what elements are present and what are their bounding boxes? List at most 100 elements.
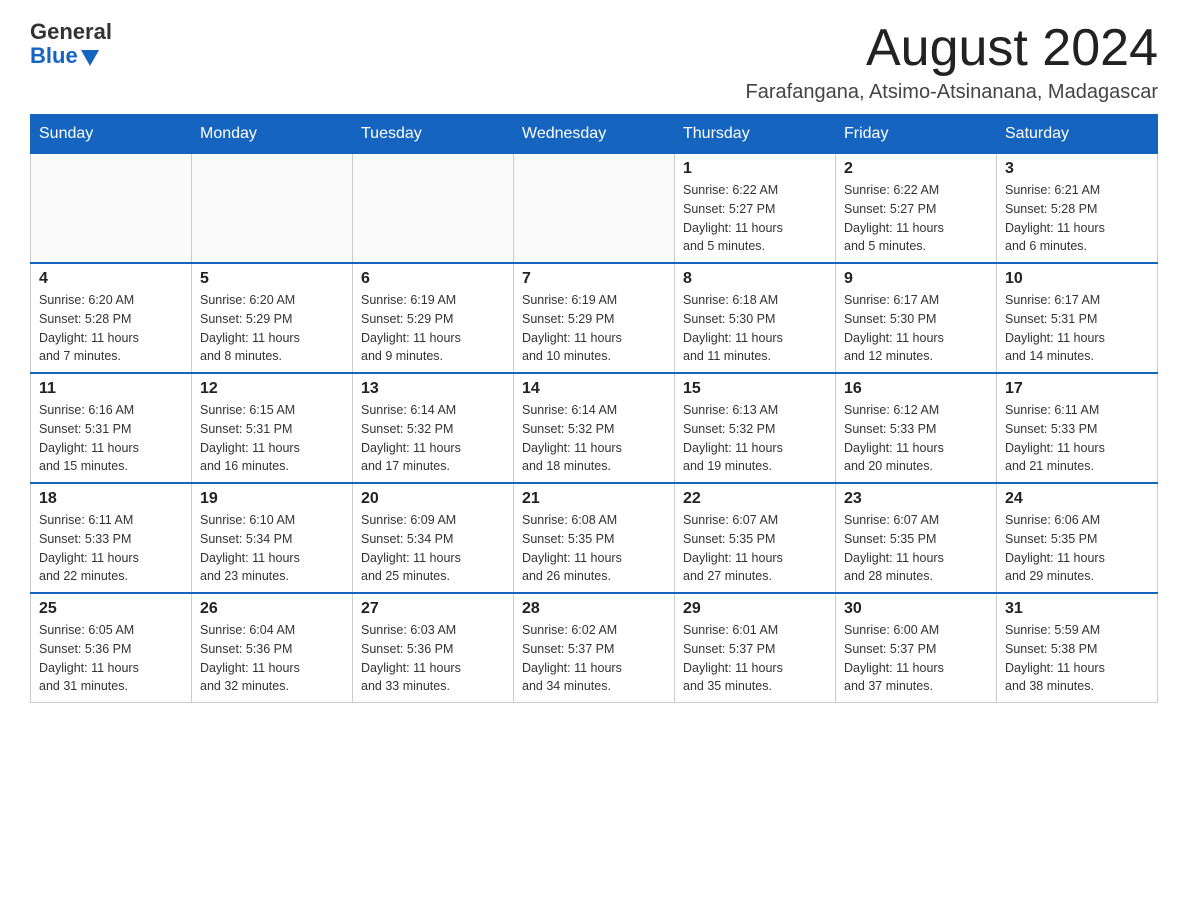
- calendar-day-cell: 26Sunrise: 6:04 AMSunset: 5:36 PMDayligh…: [192, 593, 353, 703]
- day-info: Sunrise: 6:16 AMSunset: 5:31 PMDaylight:…: [39, 401, 183, 476]
- day-info: Sunrise: 6:02 AMSunset: 5:37 PMDaylight:…: [522, 621, 666, 696]
- page-header: General Blue August 2024 Farafangana, At…: [30, 20, 1158, 104]
- calendar-day-cell: 8 Sunrise: 6:18 AMSunset: 5:30 PMDaylight…: [675, 263, 836, 373]
- calendar-day-cell: 13 Sunrise: 6:14 AMSunset: 5:32 PMDayligh…: [353, 373, 514, 483]
- calendar-day-cell: 1 Sunrise: 6:22 AMSunset: 5:27 PMDaylight…: [675, 154, 836, 264]
- day-number: 9: [844, 270, 988, 288]
- day-number: 31: [1005, 600, 1149, 618]
- day-info: Sunrise: 6:10 AMSunset: 5:34 PMDaylight:…: [200, 511, 344, 586]
- calendar-day-cell: 20Sunrise: 6:09 AMSunset: 5:34 PMDayligh…: [353, 483, 514, 593]
- calendar-day-cell: 19 Sunrise: 6:10 AMSunset: 5:34 PMDayligh…: [192, 483, 353, 593]
- day-info: Sunrise: 6:06 AMSunset: 5:35 PMDaylight:…: [1005, 511, 1149, 586]
- day-number: 28: [522, 600, 666, 618]
- day-info: Sunrise: 6:14 AMSunset: 5:32 PMDaylight:…: [361, 401, 505, 476]
- calendar-day-cell: 29 Sunrise: 6:01 AMSunset: 5:37 PMDayligh…: [675, 593, 836, 703]
- calendar-day-cell: 9 Sunrise: 6:17 AMSunset: 5:30 PMDaylight…: [836, 263, 997, 373]
- logo: General Blue: [30, 20, 112, 68]
- calendar-day-cell: 2 Sunrise: 6:22 AMSunset: 5:27 PMDaylight…: [836, 154, 997, 264]
- day-number: 18: [39, 490, 183, 508]
- day-info: Sunrise: 6:07 AMSunset: 5:35 PMDaylight:…: [844, 511, 988, 586]
- day-number: 11: [39, 380, 183, 398]
- calendar-day-cell: 11 Sunrise: 6:16 AMSunset: 5:31 PMDayligh…: [31, 373, 192, 483]
- day-info: Sunrise: 6:19 AMSunset: 5:29 PMDaylight:…: [522, 291, 666, 366]
- calendar-day-cell: [192, 154, 353, 264]
- day-info: Sunrise: 6:05 AMSunset: 5:36 PMDaylight:…: [39, 621, 183, 696]
- calendar-week-row: 25 Sunrise: 6:05 AMSunset: 5:36 PMDayligh…: [31, 593, 1158, 703]
- day-info: Sunrise: 6:22 AMSunset: 5:27 PMDaylight:…: [683, 181, 827, 256]
- day-info: Sunrise: 6:11 AMSunset: 5:33 PMDaylight:…: [1005, 401, 1149, 476]
- day-number: 4: [39, 270, 183, 288]
- day-number: 27: [361, 600, 505, 618]
- day-info: Sunrise: 6:07 AMSunset: 5:35 PMDaylight:…: [683, 511, 827, 586]
- day-number: 6: [361, 270, 505, 288]
- day-info: Sunrise: 6:08 AMSunset: 5:35 PMDaylight:…: [522, 511, 666, 586]
- calendar-day-cell: 28 Sunrise: 6:02 AMSunset: 5:37 PMDayligh…: [514, 593, 675, 703]
- day-number: 21: [522, 490, 666, 508]
- logo-general: General: [30, 20, 112, 44]
- day-info: Sunrise: 6:00 AMSunset: 5:37 PMDaylight:…: [844, 621, 988, 696]
- calendar-day-cell: 23 Sunrise: 6:07 AMSunset: 5:35 PMDayligh…: [836, 483, 997, 593]
- day-number: 17: [1005, 380, 1149, 398]
- day-number: 8: [683, 270, 827, 288]
- calendar-day-cell: 25 Sunrise: 6:05 AMSunset: 5:36 PMDayligh…: [31, 593, 192, 703]
- calendar-table: SundayMondayTuesdayWednesdayThursdayFrid…: [30, 114, 1158, 703]
- day-number: 29: [683, 600, 827, 618]
- day-info: Sunrise: 6:12 AMSunset: 5:33 PMDaylight:…: [844, 401, 988, 476]
- day-number: 7: [522, 270, 666, 288]
- day-info: Sunrise: 6:17 AMSunset: 5:31 PMDaylight:…: [1005, 291, 1149, 366]
- day-of-week-header: Tuesday: [353, 115, 514, 154]
- calendar-day-cell: 30Sunrise: 6:00 AMSunset: 5:37 PMDayligh…: [836, 593, 997, 703]
- day-number: 5: [200, 270, 344, 288]
- day-info: Sunrise: 6:19 AMSunset: 5:29 PMDaylight:…: [361, 291, 505, 366]
- calendar-day-cell: 12 Sunrise: 6:15 AMSunset: 5:31 PMDayligh…: [192, 373, 353, 483]
- calendar-day-cell: 31 Sunrise: 5:59 AMSunset: 5:38 PMDayligh…: [997, 593, 1158, 703]
- calendar-day-cell: 5Sunrise: 6:20 AMSunset: 5:29 PMDaylight…: [192, 263, 353, 373]
- calendar-day-cell: 24 Sunrise: 6:06 AMSunset: 5:35 PMDayligh…: [997, 483, 1158, 593]
- day-number: 23: [844, 490, 988, 508]
- day-number: 22: [683, 490, 827, 508]
- day-number: 10: [1005, 270, 1149, 288]
- day-number: 2: [844, 160, 988, 178]
- day-of-week-header: Monday: [192, 115, 353, 154]
- day-number: 12: [200, 380, 344, 398]
- day-number: 20: [361, 490, 505, 508]
- day-info: Sunrise: 6:22 AMSunset: 5:27 PMDaylight:…: [844, 181, 988, 256]
- day-of-week-header: Sunday: [31, 115, 192, 154]
- calendar-header-row: SundayMondayTuesdayWednesdayThursdayFrid…: [31, 115, 1158, 154]
- calendar-day-cell: 14Sunrise: 6:14 AMSunset: 5:32 PMDayligh…: [514, 373, 675, 483]
- logo-blue: Blue: [30, 44, 78, 68]
- day-info: Sunrise: 6:18 AMSunset: 5:30 PMDaylight:…: [683, 291, 827, 366]
- calendar-day-cell: 3 Sunrise: 6:21 AMSunset: 5:28 PMDaylight…: [997, 154, 1158, 264]
- calendar-week-row: 1 Sunrise: 6:22 AMSunset: 5:27 PMDaylight…: [31, 154, 1158, 264]
- calendar-day-cell: 6 Sunrise: 6:19 AMSunset: 5:29 PMDaylight…: [353, 263, 514, 373]
- day-info: Sunrise: 6:04 AMSunset: 5:36 PMDaylight:…: [200, 621, 344, 696]
- day-info: Sunrise: 6:21 AMSunset: 5:28 PMDaylight:…: [1005, 181, 1149, 256]
- day-info: Sunrise: 6:11 AMSunset: 5:33 PMDaylight:…: [39, 511, 183, 586]
- title-block: August 2024 Farafangana, Atsimo-Atsinana…: [746, 20, 1158, 104]
- day-info: Sunrise: 6:01 AMSunset: 5:37 PMDaylight:…: [683, 621, 827, 696]
- calendar-day-cell: 10 Sunrise: 6:17 AMSunset: 5:31 PMDayligh…: [997, 263, 1158, 373]
- day-info: Sunrise: 5:59 AMSunset: 5:38 PMDaylight:…: [1005, 621, 1149, 696]
- calendar-day-cell: 27 Sunrise: 6:03 AMSunset: 5:36 PMDayligh…: [353, 593, 514, 703]
- calendar-day-cell: 4Sunrise: 6:20 AMSunset: 5:28 PMDaylight…: [31, 263, 192, 373]
- day-info: Sunrise: 6:15 AMSunset: 5:31 PMDaylight:…: [200, 401, 344, 476]
- day-info: Sunrise: 6:17 AMSunset: 5:30 PMDaylight:…: [844, 291, 988, 366]
- calendar-day-cell: [514, 154, 675, 264]
- day-number: 25: [39, 600, 183, 618]
- calendar-day-cell: 7 Sunrise: 6:19 AMSunset: 5:29 PMDaylight…: [514, 263, 675, 373]
- calendar-day-cell: 16Sunrise: 6:12 AMSunset: 5:33 PMDayligh…: [836, 373, 997, 483]
- day-info: Sunrise: 6:03 AMSunset: 5:36 PMDaylight:…: [361, 621, 505, 696]
- day-info: Sunrise: 6:14 AMSunset: 5:32 PMDaylight:…: [522, 401, 666, 476]
- day-number: 19: [200, 490, 344, 508]
- location-subtitle: Farafangana, Atsimo-Atsinanana, Madagasc…: [746, 81, 1158, 104]
- day-number: 3: [1005, 160, 1149, 178]
- day-of-week-header: Thursday: [675, 115, 836, 154]
- day-number: 13: [361, 380, 505, 398]
- day-of-week-header: Saturday: [997, 115, 1158, 154]
- day-of-week-header: Friday: [836, 115, 997, 154]
- day-number: 1: [683, 160, 827, 178]
- day-number: 24: [1005, 490, 1149, 508]
- logo-triangle-icon: [81, 46, 103, 68]
- month-year-title: August 2024: [746, 20, 1158, 77]
- calendar-day-cell: 18 Sunrise: 6:11 AMSunset: 5:33 PMDayligh…: [31, 483, 192, 593]
